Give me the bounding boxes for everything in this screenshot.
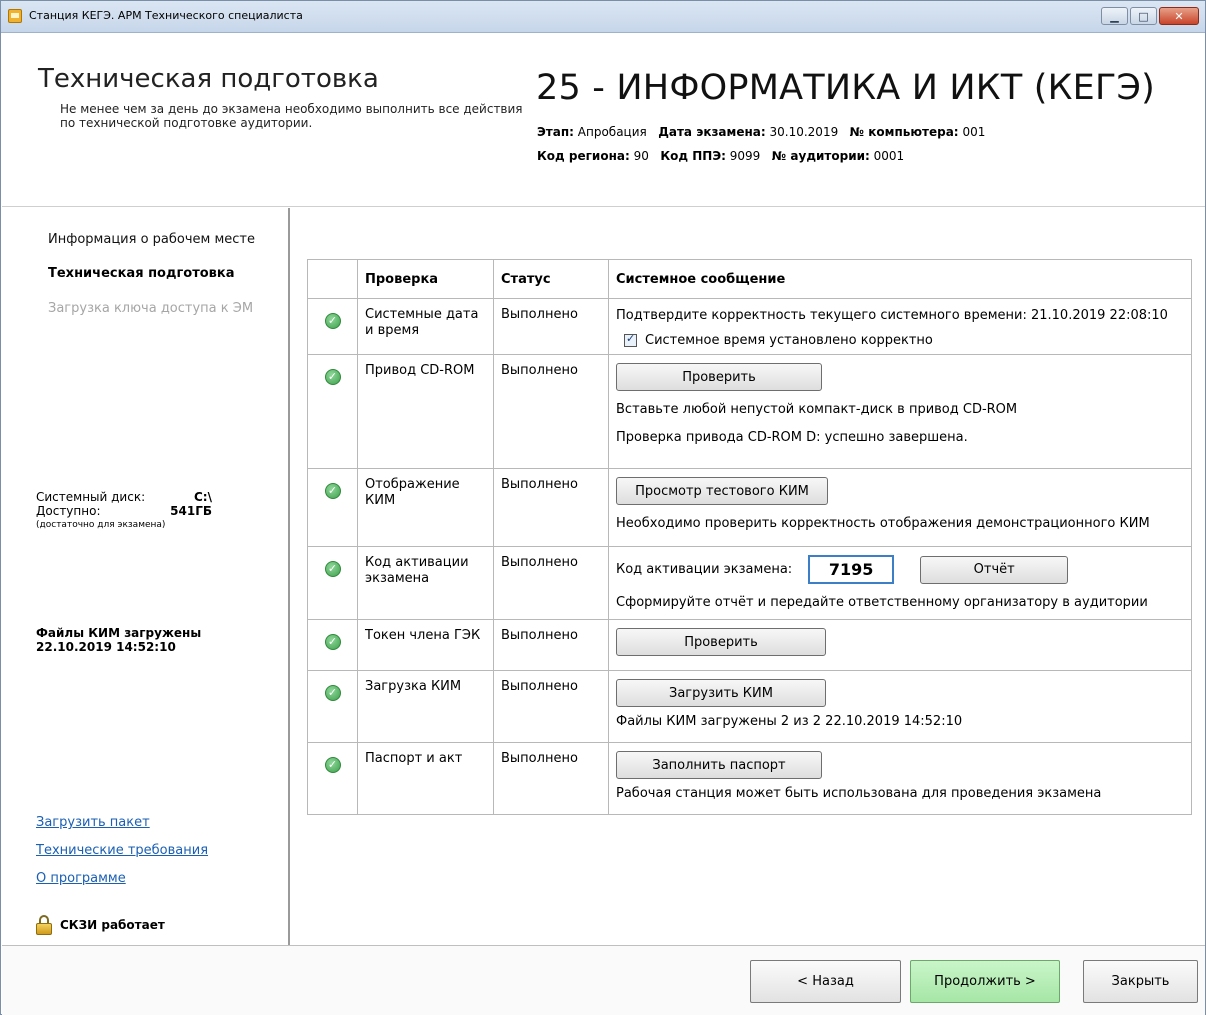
- check-status: Выполнено: [493, 468, 609, 547]
- page-subtitle: Не менее чем за день до экзамена необход…: [60, 102, 523, 130]
- system-disk-value: C:\: [194, 490, 212, 504]
- computer-value: 001: [962, 125, 986, 139]
- close-button[interactable]: Закрыть: [1083, 960, 1198, 1003]
- check-name: Системные дата и время: [357, 298, 494, 355]
- disk-info: Системный диск: C:\ Доступно: 541ГБ (дос…: [36, 490, 236, 532]
- title-bar: Станция КЕГЭ. АРМ Технического специалис…: [1, 1, 1205, 33]
- system-disk-label: Системный диск:: [36, 490, 146, 504]
- table-header-row: Проверка Статус Системное сообщение: [307, 259, 1192, 299]
- footer: < Назад Продолжить > Закрыть: [2, 945, 1205, 1015]
- available-label: Доступно:: [36, 504, 101, 518]
- check-ok-icon: ✓: [324, 757, 341, 773]
- check-name: Код активации экзамена: [357, 546, 494, 620]
- room-value: 0001: [873, 149, 905, 163]
- check-ok-icon: ✓: [324, 634, 341, 650]
- ppe-label: Код ППЭ:: [660, 149, 726, 163]
- nav-item-workplace-info[interactable]: Информация о рабочем месте: [48, 232, 255, 247]
- close-window-button[interactable]: ✕: [1159, 7, 1199, 25]
- skzi-label: СКЗИ работает: [60, 918, 165, 932]
- system-message: Необходимо проверить корректность отобра…: [616, 516, 1150, 531]
- available-value: 541ГБ: [170, 504, 212, 518]
- activation-code-label: Код активации экзамена:: [616, 562, 793, 577]
- table-row: ✓ Токен члена ГЭК Выполнено Проверить: [307, 619, 1192, 671]
- check-ok-icon: ✓: [324, 561, 341, 577]
- header-icon-col: [307, 259, 358, 299]
- exam-meta: Этап: Апробация Дата экзамена: 30.10.201…: [537, 120, 985, 168]
- time-correct-checkbox[interactable]: [624, 332, 637, 347]
- check-status: Выполнено: [493, 354, 609, 469]
- system-message: Подтвердите корректность текущего систем…: [616, 308, 1168, 323]
- check-ok-icon: ✓: [324, 313, 341, 329]
- header-check: Проверка: [357, 259, 494, 299]
- ppe-value: 9099: [729, 149, 761, 163]
- table-row: ✓ Загрузка КИМ Выполнено Загрузить КИМ Ф…: [307, 670, 1192, 743]
- load-package-link[interactable]: Загрузить пакет: [36, 815, 150, 830]
- page-title: Техническая подготовка: [38, 64, 379, 94]
- kim-files-line2: 22.10.2019 14:52:10: [36, 640, 176, 654]
- check-name: Привод CD-ROM: [357, 354, 494, 469]
- table-row: ✓ Системные дата и время Выполнено Подтв…: [307, 298, 1192, 355]
- table-row: ✓ Отображение КИМ Выполнено Просмотр тес…: [307, 468, 1192, 547]
- stage-label: Этап:: [537, 125, 574, 139]
- header-message: Системное сообщение: [608, 259, 1192, 299]
- lock-icon: [36, 915, 52, 935]
- check-cdrom-button[interactable]: Проверить: [616, 363, 822, 391]
- checks-table: Проверка Статус Системное сообщение ✓ Си…: [307, 259, 1192, 815]
- system-message: Вставьте любой непустой компакт-диск в п…: [616, 402, 1018, 417]
- window-title: Станция КЕГЭ. АРМ Технического специалис…: [29, 9, 303, 22]
- view-test-kim-button[interactable]: Просмотр тестового КИМ: [616, 477, 828, 505]
- continue-button[interactable]: Продолжить >: [910, 960, 1060, 1003]
- skzi-status: СКЗИ работает: [36, 915, 165, 935]
- minimize-button[interactable]: ▁: [1101, 7, 1128, 25]
- maximize-button[interactable]: □: [1130, 7, 1157, 25]
- tech-requirements-link[interactable]: Технические требования: [36, 843, 208, 858]
- check-name: Токен члена ГЭК: [357, 619, 494, 671]
- check-name: Паспорт и акт: [357, 742, 494, 815]
- check-ok-icon: ✓: [324, 483, 341, 499]
- table-row: ✓ Код активации экзамена Выполнено Код а…: [307, 546, 1192, 620]
- fill-passport-button[interactable]: Заполнить паспорт: [616, 751, 822, 779]
- system-message: Проверка привода CD-ROM D: успешно завер…: [616, 430, 968, 445]
- app-icon: [8, 9, 22, 23]
- back-button[interactable]: < Назад: [750, 960, 901, 1003]
- kim-files-status: Файлы КИМ загружены 22.10.2019 14:52:10: [36, 626, 201, 654]
- computer-label: № компьютера:: [849, 125, 959, 139]
- check-ok-icon: ✓: [324, 369, 341, 385]
- date-value: 30.10.2019: [769, 125, 839, 139]
- region-value: 90: [633, 149, 649, 163]
- app-window: Станция КЕГЭ. АРМ Технического специалис…: [0, 0, 1206, 1015]
- table-row: ✓ Паспорт и акт Выполнено Заполнить пасп…: [307, 742, 1192, 815]
- check-token-button[interactable]: Проверить: [616, 628, 826, 656]
- check-status: Выполнено: [493, 619, 609, 671]
- nav-item-load-access-key: Загрузка ключа доступа к ЭМ: [48, 301, 254, 316]
- system-message: Файлы КИМ загружены 2 из 2 22.10.2019 14…: [616, 714, 963, 729]
- check-name: Загрузка КИМ: [357, 670, 494, 743]
- check-status: Выполнено: [493, 546, 609, 620]
- check-ok-icon: ✓: [324, 685, 341, 701]
- nav-item-tech-preparation[interactable]: Техническая подготовка: [48, 266, 235, 281]
- check-status: Выполнено: [493, 742, 609, 815]
- stage-value: Апробация: [577, 125, 647, 139]
- system-message: Сформируйте отчёт и передайте ответствен…: [616, 595, 1148, 610]
- disk-note: (достаточно для экзамена): [36, 520, 166, 530]
- header-status: Статус: [493, 259, 609, 299]
- kim-files-line1: Файлы КИМ загружены: [36, 626, 202, 640]
- check-status: Выполнено: [493, 298, 609, 355]
- date-label: Дата экзамена:: [658, 125, 766, 139]
- activation-code-field[interactable]: 7195: [808, 555, 895, 584]
- load-kim-button[interactable]: Загрузить КИМ: [616, 679, 826, 707]
- window-controls: ▁ □ ✕: [1101, 7, 1199, 25]
- about-link[interactable]: О программе: [36, 871, 126, 886]
- check-status: Выполнено: [493, 670, 609, 743]
- room-label: № аудитории:: [771, 149, 870, 163]
- header: Техническая подготовка Не менее чем за д…: [2, 34, 1205, 207]
- system-message: Рабочая станция может быть использована …: [616, 786, 1102, 801]
- sidebar: Информация о рабочем месте Техническая п…: [2, 208, 290, 945]
- table-row: ✓ Привод CD-ROM Выполнено Проверить Вста…: [307, 354, 1192, 469]
- region-label: Код региона:: [537, 149, 630, 163]
- check-name: Отображение КИМ: [357, 468, 494, 547]
- report-button[interactable]: Отчёт: [920, 555, 1069, 584]
- time-correct-label: Системное время установлено корректно: [645, 333, 933, 348]
- exam-title: 25 - ИНФОРМАТИКА И ИКТ (КЕГЭ): [536, 68, 1156, 108]
